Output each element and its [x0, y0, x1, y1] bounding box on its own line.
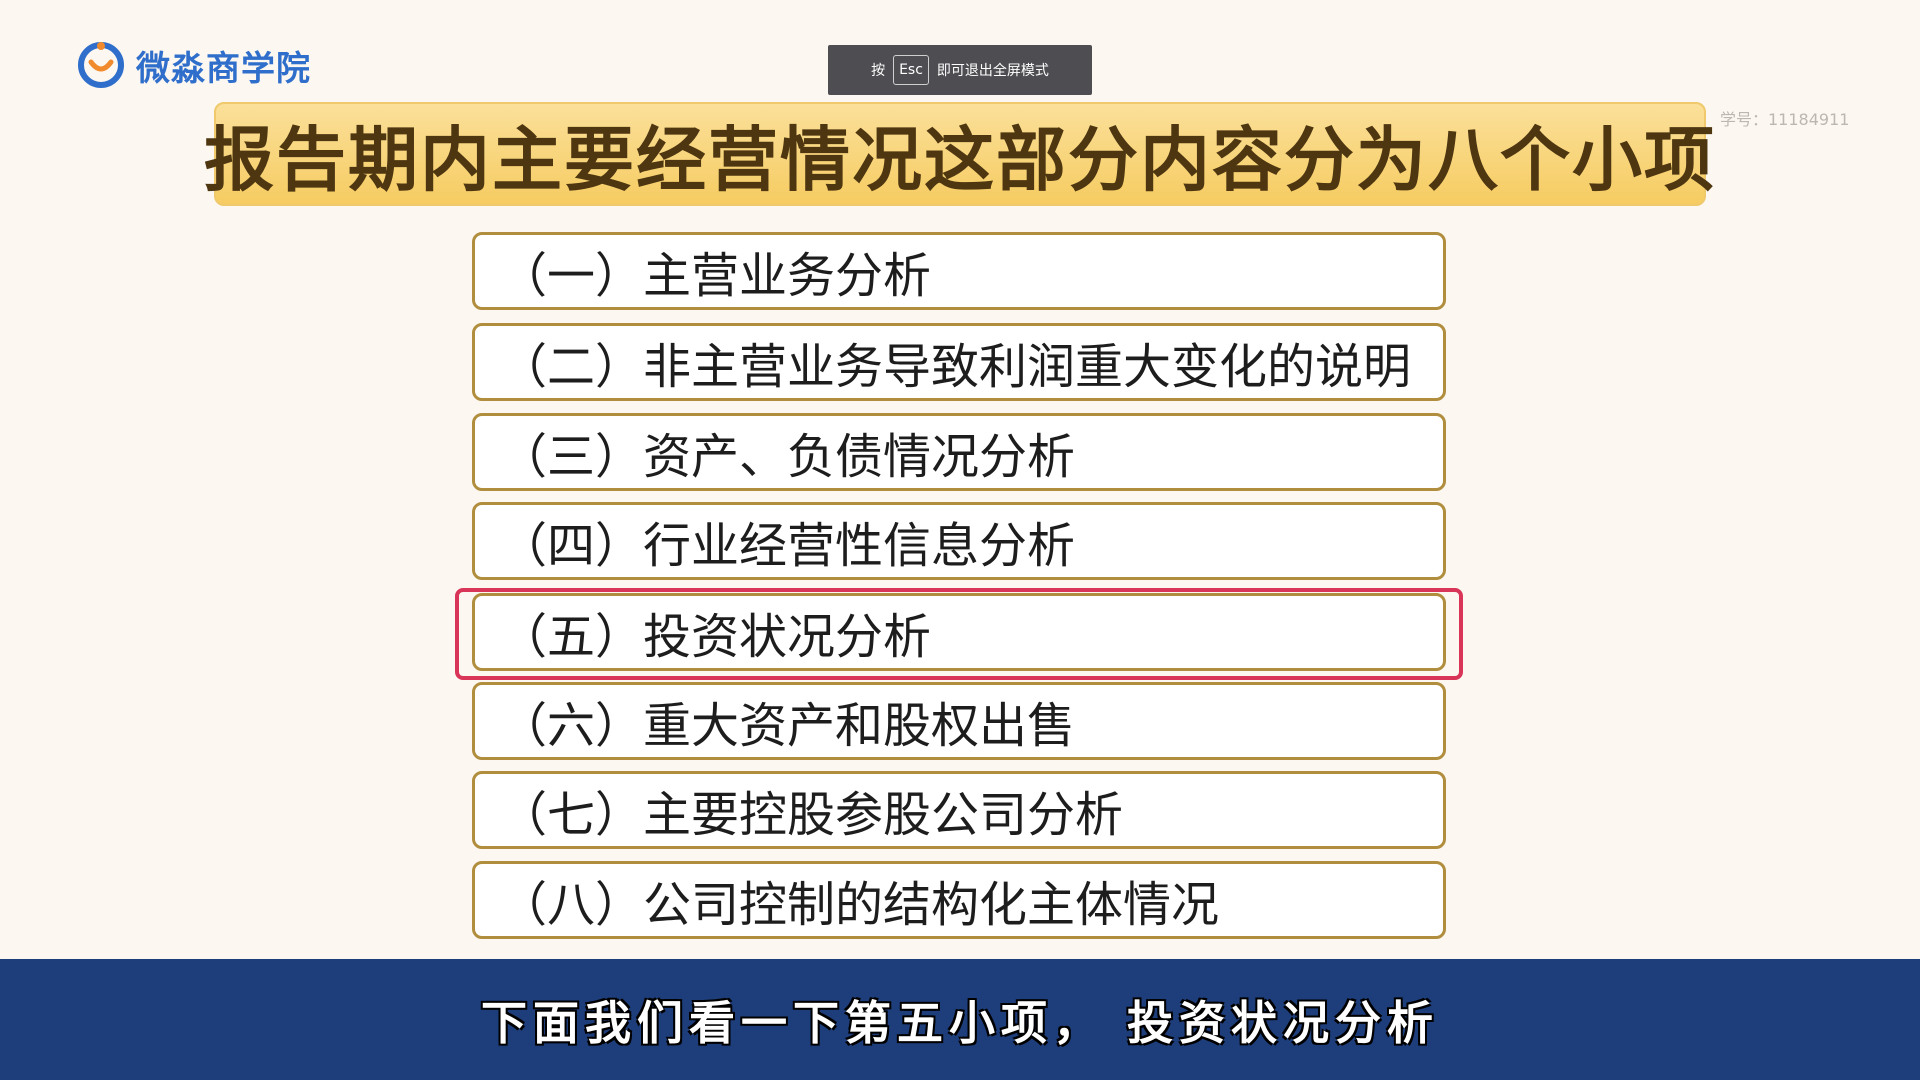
slide-item-label: （二）非主营业务导致利润重大变化的说明: [499, 339, 1412, 395]
slide-item-4: （四）行业经营性信息分析: [472, 502, 1446, 580]
slide-item-1: （一）主营业务分析: [472, 232, 1446, 310]
fullscreen-exit-hint: 按 Esc 即可退出全屏模式: [828, 45, 1092, 95]
slide-item-label: （七）主要控股参股公司分析: [499, 787, 1124, 843]
hint-suffix: 即可退出全屏模式: [936, 63, 1049, 79]
student-id-watermark: 学号：11184911: [1720, 110, 1850, 129]
slide-item-label: （六）重大资产和股权出售: [499, 698, 1076, 754]
slide-item-6: （六）重大资产和股权出售: [472, 682, 1446, 760]
slide-item-2: （二）非主营业务导致利润重大变化的说明: [472, 323, 1446, 401]
subtitle-bar: 下面我们看一下第五小项， 投资状况分析: [0, 959, 1920, 1080]
logo-mark-icon: [78, 42, 124, 88]
logo-text: 微淼商学院: [136, 48, 311, 89]
slide-item-label: （三）资产、负债情况分析: [499, 429, 1076, 485]
slide-item-8: （八）公司控制的结构化主体情况: [472, 861, 1446, 939]
highlight-frame: [455, 588, 1463, 680]
brand-logo: 微淼商学院: [76, 38, 311, 92]
hint-prefix: 按: [871, 63, 886, 79]
slide-item-7: （七）主要控股参股公司分析: [472, 771, 1446, 849]
slide-item-label: （八）公司控制的结构化主体情况: [499, 877, 1220, 933]
slide-title-banner: 报告期内主要经营情况这部分内容分为八个小项: [204, 102, 1714, 206]
subtitle-text: 下面我们看一下第五小项， 投资状况分析: [480, 995, 1439, 1050]
slide-title: 报告期内主要经营情况这部分内容分为八个小项: [204, 118, 1716, 201]
slide-item-label: （一）主营业务分析: [499, 248, 932, 304]
slide-item-label: （四）行业经营性信息分析: [499, 518, 1076, 574]
esc-key-badge: Esc: [893, 55, 929, 85]
slide-item-3: （三）资产、负债情况分析: [472, 413, 1446, 491]
